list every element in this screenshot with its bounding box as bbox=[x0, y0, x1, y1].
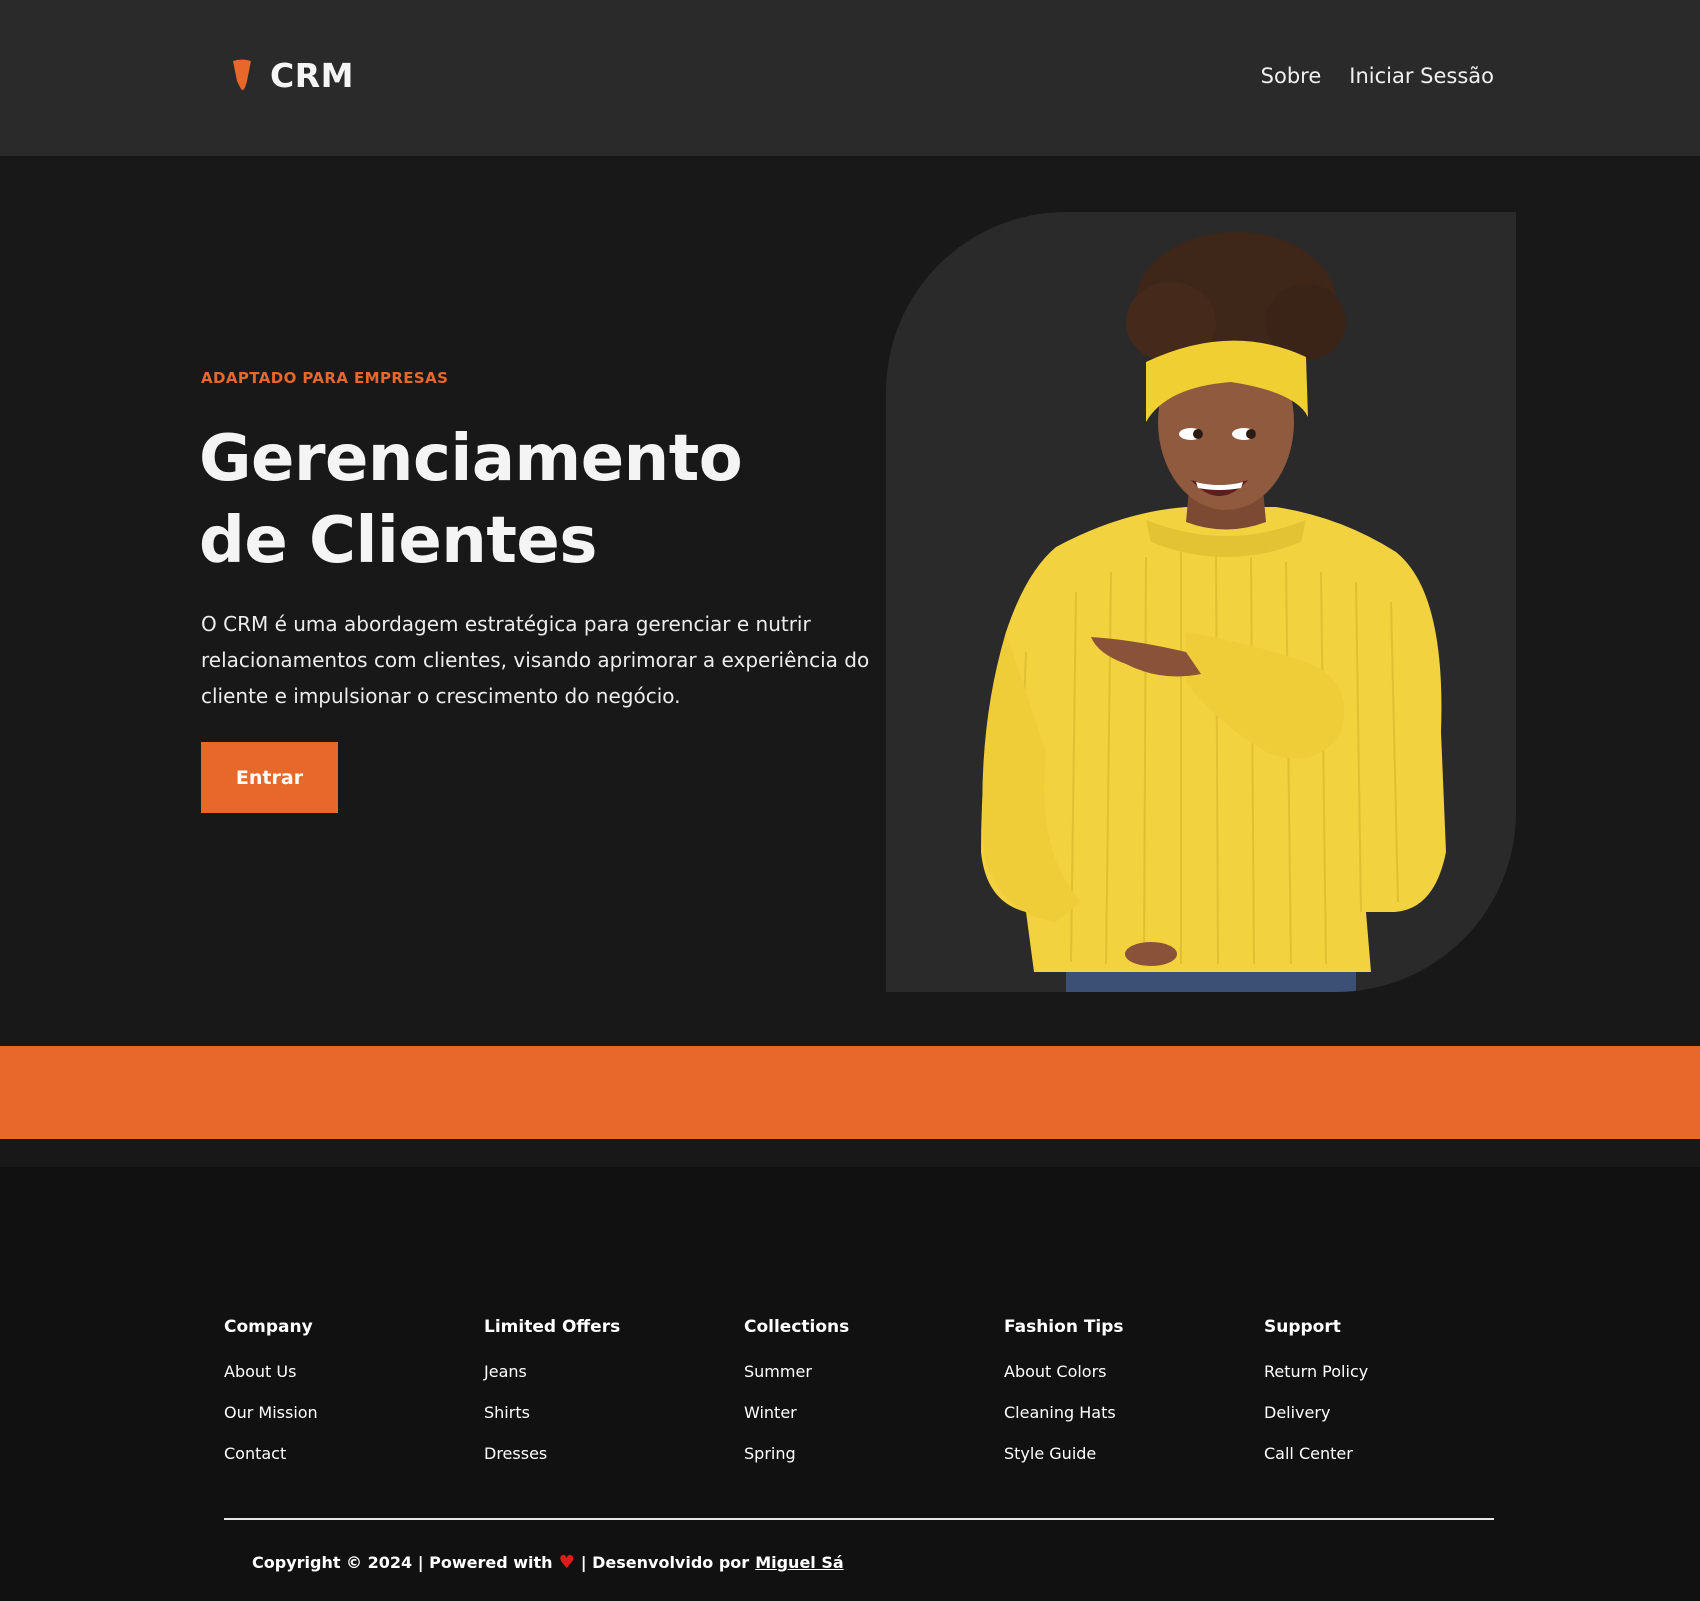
footer-heading: Fashion Tips bbox=[1004, 1317, 1124, 1337]
footer-heading: Collections bbox=[744, 1317, 850, 1337]
nav-link-sobre[interactable]: Sobre bbox=[1261, 64, 1322, 88]
footer-heading: Company bbox=[224, 1317, 313, 1337]
hero-section: ADAPTADO PARA EMPRESAS Gerenciamento de … bbox=[0, 156, 1700, 1046]
hero-image bbox=[886, 212, 1516, 992]
hero-title-line1: Gerenciamento bbox=[199, 422, 743, 496]
footer-link-our-mission[interactable]: Our Mission bbox=[224, 1403, 484, 1422]
site-footer: Company About Us Our Mission Contact Lim… bbox=[0, 1167, 1700, 1601]
footer-column-fashion-tips: Fashion Tips About Colors Cleaning Hats … bbox=[1004, 1317, 1264, 1485]
footer-link-contact[interactable]: Contact bbox=[224, 1444, 484, 1463]
footer-link-return-policy[interactable]: Return Policy bbox=[1264, 1362, 1524, 1381]
logo[interactable]: CRM bbox=[232, 56, 354, 95]
footer-link-about-colors[interactable]: About Colors bbox=[1004, 1362, 1264, 1381]
footer-columns: Company About Us Our Mission Contact Lim… bbox=[224, 1317, 1524, 1485]
footer-column-support: Support Return Policy Delivery Call Cent… bbox=[1264, 1317, 1524, 1485]
footer-column-limited-offers: Limited Offers Jeans Shirts Dresses bbox=[484, 1317, 744, 1485]
author-link[interactable]: Miguel Sá bbox=[755, 1553, 843, 1572]
footer-link-cleaning-hats[interactable]: Cleaning Hats bbox=[1004, 1403, 1264, 1422]
hero-title-line2: de Clientes bbox=[199, 504, 597, 578]
logo-text: CRM bbox=[270, 56, 354, 95]
footer-heading: Support bbox=[1264, 1317, 1341, 1337]
footer-column-collections: Collections Summer Winter Spring bbox=[744, 1317, 1004, 1485]
footer-link-summer[interactable]: Summer bbox=[744, 1362, 1004, 1381]
copyright-prefix: Copyright © 2024 | Powered with bbox=[252, 1553, 553, 1572]
band-spacer bbox=[0, 1139, 1700, 1167]
copyright-middle: | Desenvolvido por bbox=[580, 1553, 750, 1572]
footer-link-about-us[interactable]: About Us bbox=[224, 1362, 484, 1381]
hero-description: O CRM é uma abordagem estratégica para g… bbox=[201, 612, 870, 708]
nav-link-iniciar-sessao[interactable]: Iniciar Sessão bbox=[1349, 64, 1494, 88]
copyright: Copyright © 2024 | Powered with ♥ | Dese… bbox=[252, 1552, 844, 1573]
carrot-drop-icon bbox=[233, 59, 251, 90]
footer-link-style-guide[interactable]: Style Guide bbox=[1004, 1444, 1264, 1463]
footer-link-winter[interactable]: Winter bbox=[744, 1403, 1004, 1422]
entrar-button[interactable]: Entrar bbox=[201, 742, 338, 813]
footer-link-delivery[interactable]: Delivery bbox=[1264, 1403, 1524, 1422]
footer-divider bbox=[224, 1518, 1494, 1520]
hero-title: Gerenciamento de Clientes bbox=[199, 418, 899, 582]
main-nav: Sobre Iniciar Sessão bbox=[1261, 64, 1494, 88]
hero-eyebrow: ADAPTADO PARA EMPRESAS bbox=[201, 369, 449, 387]
footer-link-spring[interactable]: Spring bbox=[744, 1444, 1004, 1463]
footer-heading: Limited Offers bbox=[484, 1317, 621, 1337]
site-header: CRM Sobre Iniciar Sessão bbox=[0, 0, 1700, 156]
accent-band bbox=[0, 1046, 1700, 1139]
footer-link-shirts[interactable]: Shirts bbox=[484, 1403, 744, 1422]
footer-link-call-center[interactable]: Call Center bbox=[1264, 1444, 1524, 1463]
heart-icon: ♥ bbox=[558, 1552, 575, 1573]
footer-link-dresses[interactable]: Dresses bbox=[484, 1444, 744, 1463]
woman-pointing-illustration bbox=[981, 232, 1446, 992]
footer-link-jeans[interactable]: Jeans bbox=[484, 1362, 744, 1381]
footer-column-company: Company About Us Our Mission Contact bbox=[224, 1317, 484, 1485]
